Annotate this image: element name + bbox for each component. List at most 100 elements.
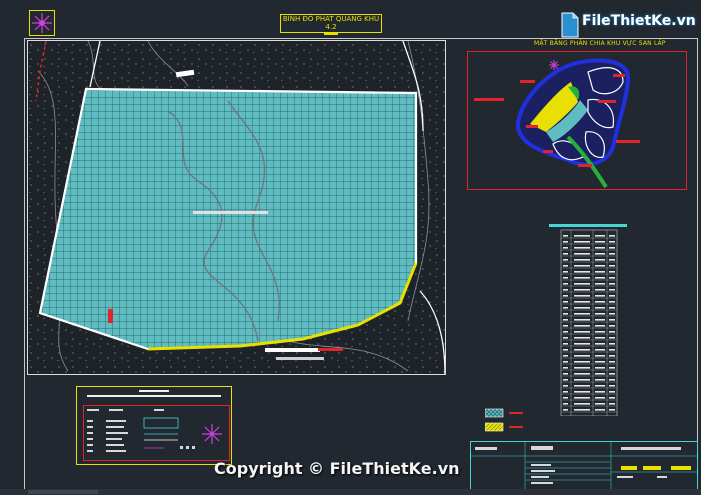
grid-hatch-label — [509, 412, 523, 414]
table-cell-text — [595, 397, 605, 399]
brand-logo: FileThietKe.vn — [560, 10, 696, 44]
scrollbar-thumb[interactable] — [28, 490, 98, 494]
table-cell-text — [563, 343, 568, 345]
grid-hatch-swatch — [484, 408, 504, 418]
table-cell-text — [574, 295, 590, 297]
table-cell-text — [609, 361, 615, 363]
table-cell-text — [609, 409, 615, 411]
table-cell-text — [609, 283, 615, 285]
table-cell-text — [609, 403, 615, 405]
table-cell-text — [574, 373, 590, 375]
table-cell-text — [609, 355, 615, 357]
table-cell-text — [563, 373, 568, 375]
table-cell-text — [595, 337, 605, 339]
title-block — [470, 441, 698, 491]
site-map — [28, 41, 445, 374]
table-cell-text — [574, 349, 590, 351]
table-cell-text — [595, 367, 605, 369]
table-cell-text — [595, 361, 605, 363]
table-cell-text — [609, 343, 615, 345]
table-cell-text — [574, 385, 590, 387]
table-cell-text — [563, 265, 568, 267]
table-cell-text — [574, 265, 590, 267]
legend-subtitle — [87, 395, 221, 397]
table-cell-text — [563, 367, 568, 369]
table-cell-text — [574, 409, 590, 411]
table-cell-text — [563, 379, 568, 381]
table-cell-text — [563, 283, 568, 285]
star-icon — [202, 424, 222, 444]
table-cell-text — [563, 403, 568, 405]
table-cell-text — [609, 385, 615, 387]
table-cell-text — [609, 253, 615, 255]
table-cell-text — [574, 361, 590, 363]
title-block-text — [475, 446, 681, 484]
hatch-legend — [484, 408, 545, 438]
drawing-title: BÌNH ĐỒ PHÁT QUANG KHU 4.2 — [280, 14, 382, 35]
table-cell-text — [595, 277, 605, 279]
table-cell-text — [609, 379, 615, 381]
inset-map — [474, 58, 640, 189]
table-cell-text — [595, 241, 605, 243]
table-cell-text — [574, 343, 590, 345]
table-cell-text — [609, 259, 615, 261]
table-cell-text — [595, 349, 605, 351]
table-cell-text — [609, 349, 615, 351]
table-cell-text — [574, 253, 590, 255]
table-cell-text — [609, 331, 615, 333]
table-cell-text — [574, 307, 590, 309]
inset-map-frame[interactable] — [467, 51, 687, 190]
table-cell-text — [574, 241, 590, 243]
table-cell-text — [609, 397, 615, 399]
table-cell-text — [574, 331, 590, 333]
table-cell-text — [609, 325, 615, 327]
table-cell-text — [595, 283, 605, 285]
legend-symbols — [143, 417, 179, 449]
legend-title — [139, 390, 169, 392]
copyright-watermark: Copyright © FileThietKe.vn — [214, 459, 460, 478]
table-cell-text — [563, 277, 568, 279]
leader-line — [318, 348, 343, 351]
table-cell-text — [609, 235, 615, 237]
table-cell-text — [609, 313, 615, 315]
table-cell-text — [563, 313, 568, 315]
table-cell-text — [574, 355, 590, 357]
brand-text: FileThietKe.vn — [582, 13, 696, 29]
table-cell-text — [595, 373, 605, 375]
table-cell-text — [609, 241, 615, 243]
file-icon — [561, 12, 579, 38]
road-label — [265, 348, 320, 352]
table-cell-text — [609, 319, 615, 321]
drawing-title-text: BÌNH ĐỒ PHÁT QUANG KHU 4.2 — [282, 15, 380, 31]
table-cell-text — [595, 319, 605, 321]
table-cell-text — [574, 235, 590, 237]
table-cell-text — [595, 331, 605, 333]
table-cell-text — [595, 307, 605, 309]
table-rows — [561, 235, 617, 413]
table-cell-text — [595, 313, 605, 315]
table-cell-text — [609, 301, 615, 303]
table-cell-text — [609, 307, 615, 309]
table-cell-text — [574, 367, 590, 369]
table-cell-text — [563, 235, 568, 237]
table-cell-text — [609, 271, 615, 273]
table-cell-text — [574, 337, 590, 339]
site-map-frame[interactable] — [27, 40, 446, 375]
clearing-zone-polygon[interactable] — [38, 87, 418, 351]
horizontal-scrollbar[interactable] — [0, 489, 701, 495]
legend-table — [83, 405, 230, 461]
table-cell-text — [595, 355, 605, 357]
table-cell-text — [595, 325, 605, 327]
table-cell-text — [563, 241, 568, 243]
red-marker — [108, 309, 113, 323]
table-cell-text — [595, 265, 605, 267]
table-cell-text — [563, 337, 568, 339]
table-cell-text — [609, 295, 615, 297]
table-cell-text — [574, 379, 590, 381]
legend-text-lines — [87, 409, 164, 452]
table-cell-text — [609, 247, 615, 249]
road-sublabel — [276, 357, 324, 360]
north-arrow-icon — [29, 10, 55, 36]
table-cell-text — [563, 391, 568, 393]
table-cell-text — [609, 337, 615, 339]
